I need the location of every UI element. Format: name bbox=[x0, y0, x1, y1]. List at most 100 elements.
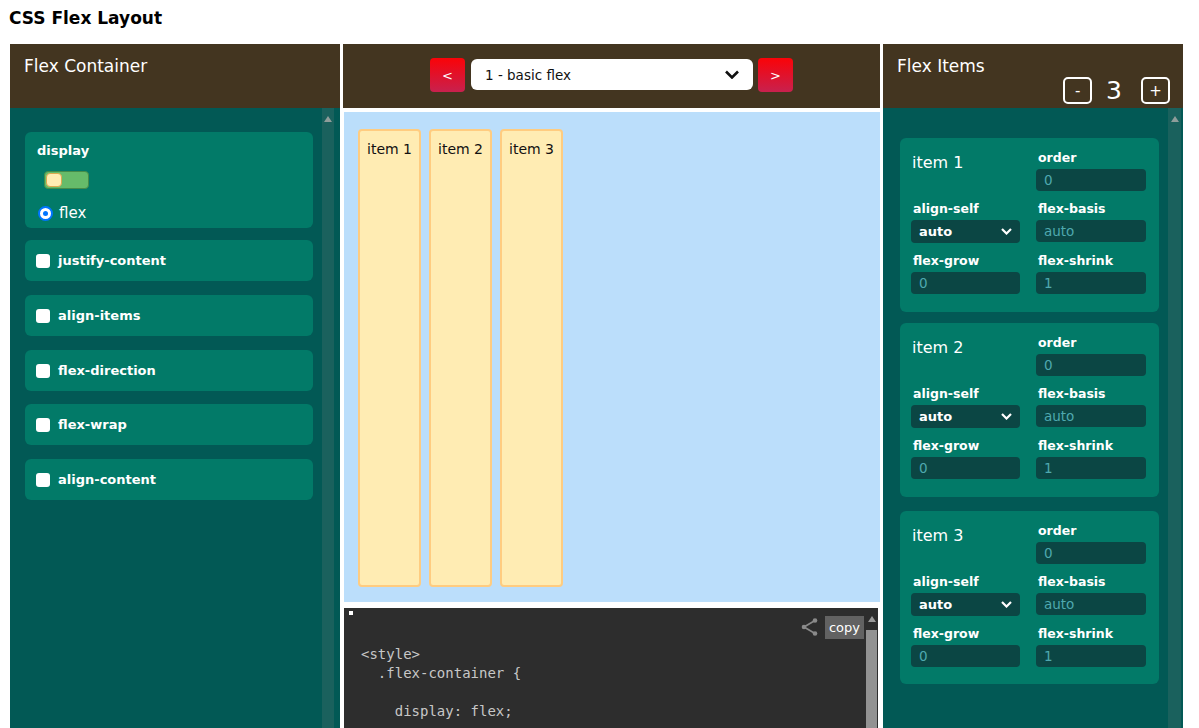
flex-wrap-card[interactable]: flex-wrap bbox=[25, 404, 313, 445]
item-3-order-input[interactable] bbox=[1036, 542, 1146, 564]
display-toggle[interactable] bbox=[44, 171, 89, 189]
item-3-flex-shrink-label: flex-shrink bbox=[1038, 627, 1146, 640]
chevron-down-icon bbox=[1001, 413, 1012, 420]
justify-content-card[interactable]: justify-content bbox=[25, 240, 313, 281]
item-1-align-self-value: auto bbox=[919, 224, 952, 239]
justify-content-checkbox[interactable] bbox=[36, 254, 50, 268]
flex-items-panel: Flex Items - 3 + item 1 order align-self… bbox=[883, 44, 1183, 728]
item-2-order-input[interactable] bbox=[1036, 354, 1146, 376]
item-2-card: item 2 order align-self auto flex-basis … bbox=[900, 323, 1159, 497]
item-2-align-self-label: align-self bbox=[913, 387, 1020, 400]
example-select-value: 1 - basic flex bbox=[485, 67, 725, 83]
item-1-flex-basis-label: flex-basis bbox=[1038, 202, 1146, 215]
chevron-down-icon bbox=[1001, 601, 1012, 608]
flex-container-title: Flex Container bbox=[24, 56, 147, 76]
example-select[interactable]: 1 - basic flex bbox=[471, 59, 753, 90]
flex-items-header: Flex Items - 3 + bbox=[883, 44, 1183, 108]
preview-header: < 1 - basic flex > bbox=[343, 44, 880, 108]
page-title: CSS Flex Layout bbox=[9, 8, 162, 28]
item-1-flex-shrink-input[interactable] bbox=[1036, 272, 1146, 294]
flex-direction-card[interactable]: flex-direction bbox=[25, 350, 313, 391]
item-1-align-self-select[interactable]: auto bbox=[911, 220, 1020, 243]
align-items-label: align-items bbox=[58, 308, 140, 323]
copy-button[interactable]: copy bbox=[825, 616, 864, 639]
item-3-flex-grow-input[interactable] bbox=[911, 645, 1020, 667]
item-3-align-self-select[interactable]: auto bbox=[911, 593, 1020, 616]
item-1-flex-grow-input[interactable] bbox=[911, 272, 1020, 294]
flex-radio-dot bbox=[43, 211, 48, 216]
chevron-down-icon bbox=[1001, 228, 1012, 235]
flex-radio-label: flex bbox=[59, 204, 86, 222]
align-items-checkbox[interactable] bbox=[36, 309, 50, 323]
left-panel-scrollbar[interactable] bbox=[322, 108, 334, 728]
item-3-order-label: order bbox=[1038, 524, 1146, 537]
item-3-align-self-label: align-self bbox=[913, 575, 1020, 588]
code-line bbox=[361, 683, 521, 702]
code-bullet bbox=[349, 611, 353, 615]
item-2-align-self-value: auto bbox=[919, 409, 952, 424]
item-3-flex-shrink-input[interactable] bbox=[1036, 645, 1146, 667]
item-2-flex-shrink-label: flex-shrink bbox=[1038, 439, 1146, 452]
item-2-flex-shrink-input[interactable] bbox=[1036, 457, 1146, 479]
item-2-align-self-select[interactable]: auto bbox=[911, 405, 1020, 428]
align-content-label: align-content bbox=[58, 472, 156, 487]
flex-items-body: item 1 order align-self auto flex-basis … bbox=[883, 108, 1183, 728]
align-content-checkbox[interactable] bbox=[36, 473, 50, 487]
code-scroll-up-icon[interactable] bbox=[868, 616, 876, 622]
item-1-flex-grow-label: flex-grow bbox=[913, 254, 1020, 267]
next-example-button[interactable]: > bbox=[758, 58, 793, 92]
item-1-flex-basis-input[interactable] bbox=[1036, 220, 1146, 242]
item-2-title: item 2 bbox=[912, 338, 1020, 376]
item-2-flex-basis-label: flex-basis bbox=[1038, 387, 1146, 400]
code-panel: copy <style> .flex-container { display: … bbox=[344, 608, 878, 728]
align-content-card[interactable]: align-content bbox=[25, 459, 313, 500]
item-3-flex-basis-input[interactable] bbox=[1036, 593, 1146, 615]
flex-container-header: Flex Container bbox=[10, 44, 340, 108]
item-3-title: item 3 bbox=[912, 526, 1020, 564]
prev-example-button[interactable]: < bbox=[430, 58, 465, 92]
code-scrollbar[interactable] bbox=[866, 612, 877, 728]
item-2-flex-basis-input[interactable] bbox=[1036, 405, 1146, 427]
item-1-align-self-label: align-self bbox=[913, 202, 1020, 215]
decrease-items-button[interactable]: - bbox=[1063, 77, 1092, 104]
code-content: <style> .flex-container { display: flex; bbox=[361, 645, 521, 721]
item-1-card: item 1 order align-self auto flex-basis … bbox=[900, 138, 1159, 312]
item-3-flex-grow-label: flex-grow bbox=[913, 627, 1020, 640]
code-scroll-thumb[interactable] bbox=[866, 630, 877, 728]
preview-item-3: item 3 bbox=[500, 129, 563, 587]
justify-content-label: justify-content bbox=[58, 253, 166, 268]
code-line: <style> bbox=[361, 645, 521, 664]
flex-direction-label: flex-direction bbox=[58, 363, 156, 378]
display-card: display flex bbox=[25, 132, 313, 228]
display-label: display bbox=[37, 143, 313, 158]
preview-item-2: item 2 bbox=[429, 129, 492, 587]
item-2-flex-grow-label: flex-grow bbox=[913, 439, 1020, 452]
code-line: display: flex; bbox=[361, 702, 521, 721]
item-3-flex-basis-label: flex-basis bbox=[1038, 575, 1146, 588]
right-panel-scrollbar[interactable] bbox=[1168, 108, 1181, 728]
item-3-align-self-value: auto bbox=[919, 597, 952, 612]
flex-radio[interactable] bbox=[38, 206, 53, 221]
item-1-order-input[interactable] bbox=[1036, 169, 1146, 191]
item-1-flex-shrink-label: flex-shrink bbox=[1038, 254, 1146, 267]
item-3-card: item 3 order align-self auto flex-basis … bbox=[900, 511, 1159, 684]
share-icon[interactable] bbox=[800, 617, 820, 637]
align-items-card[interactable]: align-items bbox=[25, 295, 313, 336]
item-2-order-label: order bbox=[1038, 336, 1146, 349]
flex-wrap-checkbox[interactable] bbox=[36, 418, 50, 432]
flex-direction-checkbox[interactable] bbox=[36, 364, 50, 378]
flex-container-panel: Flex Container display flex justify-cont… bbox=[10, 44, 340, 728]
flex-container-body: display flex justify-content align-items… bbox=[10, 108, 340, 728]
chevron-down-icon bbox=[725, 70, 739, 79]
preview-column: < 1 - basic flex > item 1 item 2 item 3 … bbox=[343, 44, 880, 728]
increase-items-button[interactable]: + bbox=[1141, 77, 1170, 104]
item-1-title: item 1 bbox=[912, 153, 1020, 191]
code-line: .flex-container { bbox=[361, 664, 521, 683]
flex-wrap-label: flex-wrap bbox=[58, 417, 127, 432]
item-1-order-label: order bbox=[1038, 151, 1146, 164]
flex-container-preview: item 1 item 2 item 3 bbox=[344, 112, 880, 602]
item-2-flex-grow-input[interactable] bbox=[911, 457, 1020, 479]
flex-items-title: Flex Items bbox=[897, 56, 985, 76]
right-scroll-up-icon[interactable] bbox=[1171, 116, 1179, 122]
left-scroll-up-icon[interactable] bbox=[324, 116, 332, 122]
